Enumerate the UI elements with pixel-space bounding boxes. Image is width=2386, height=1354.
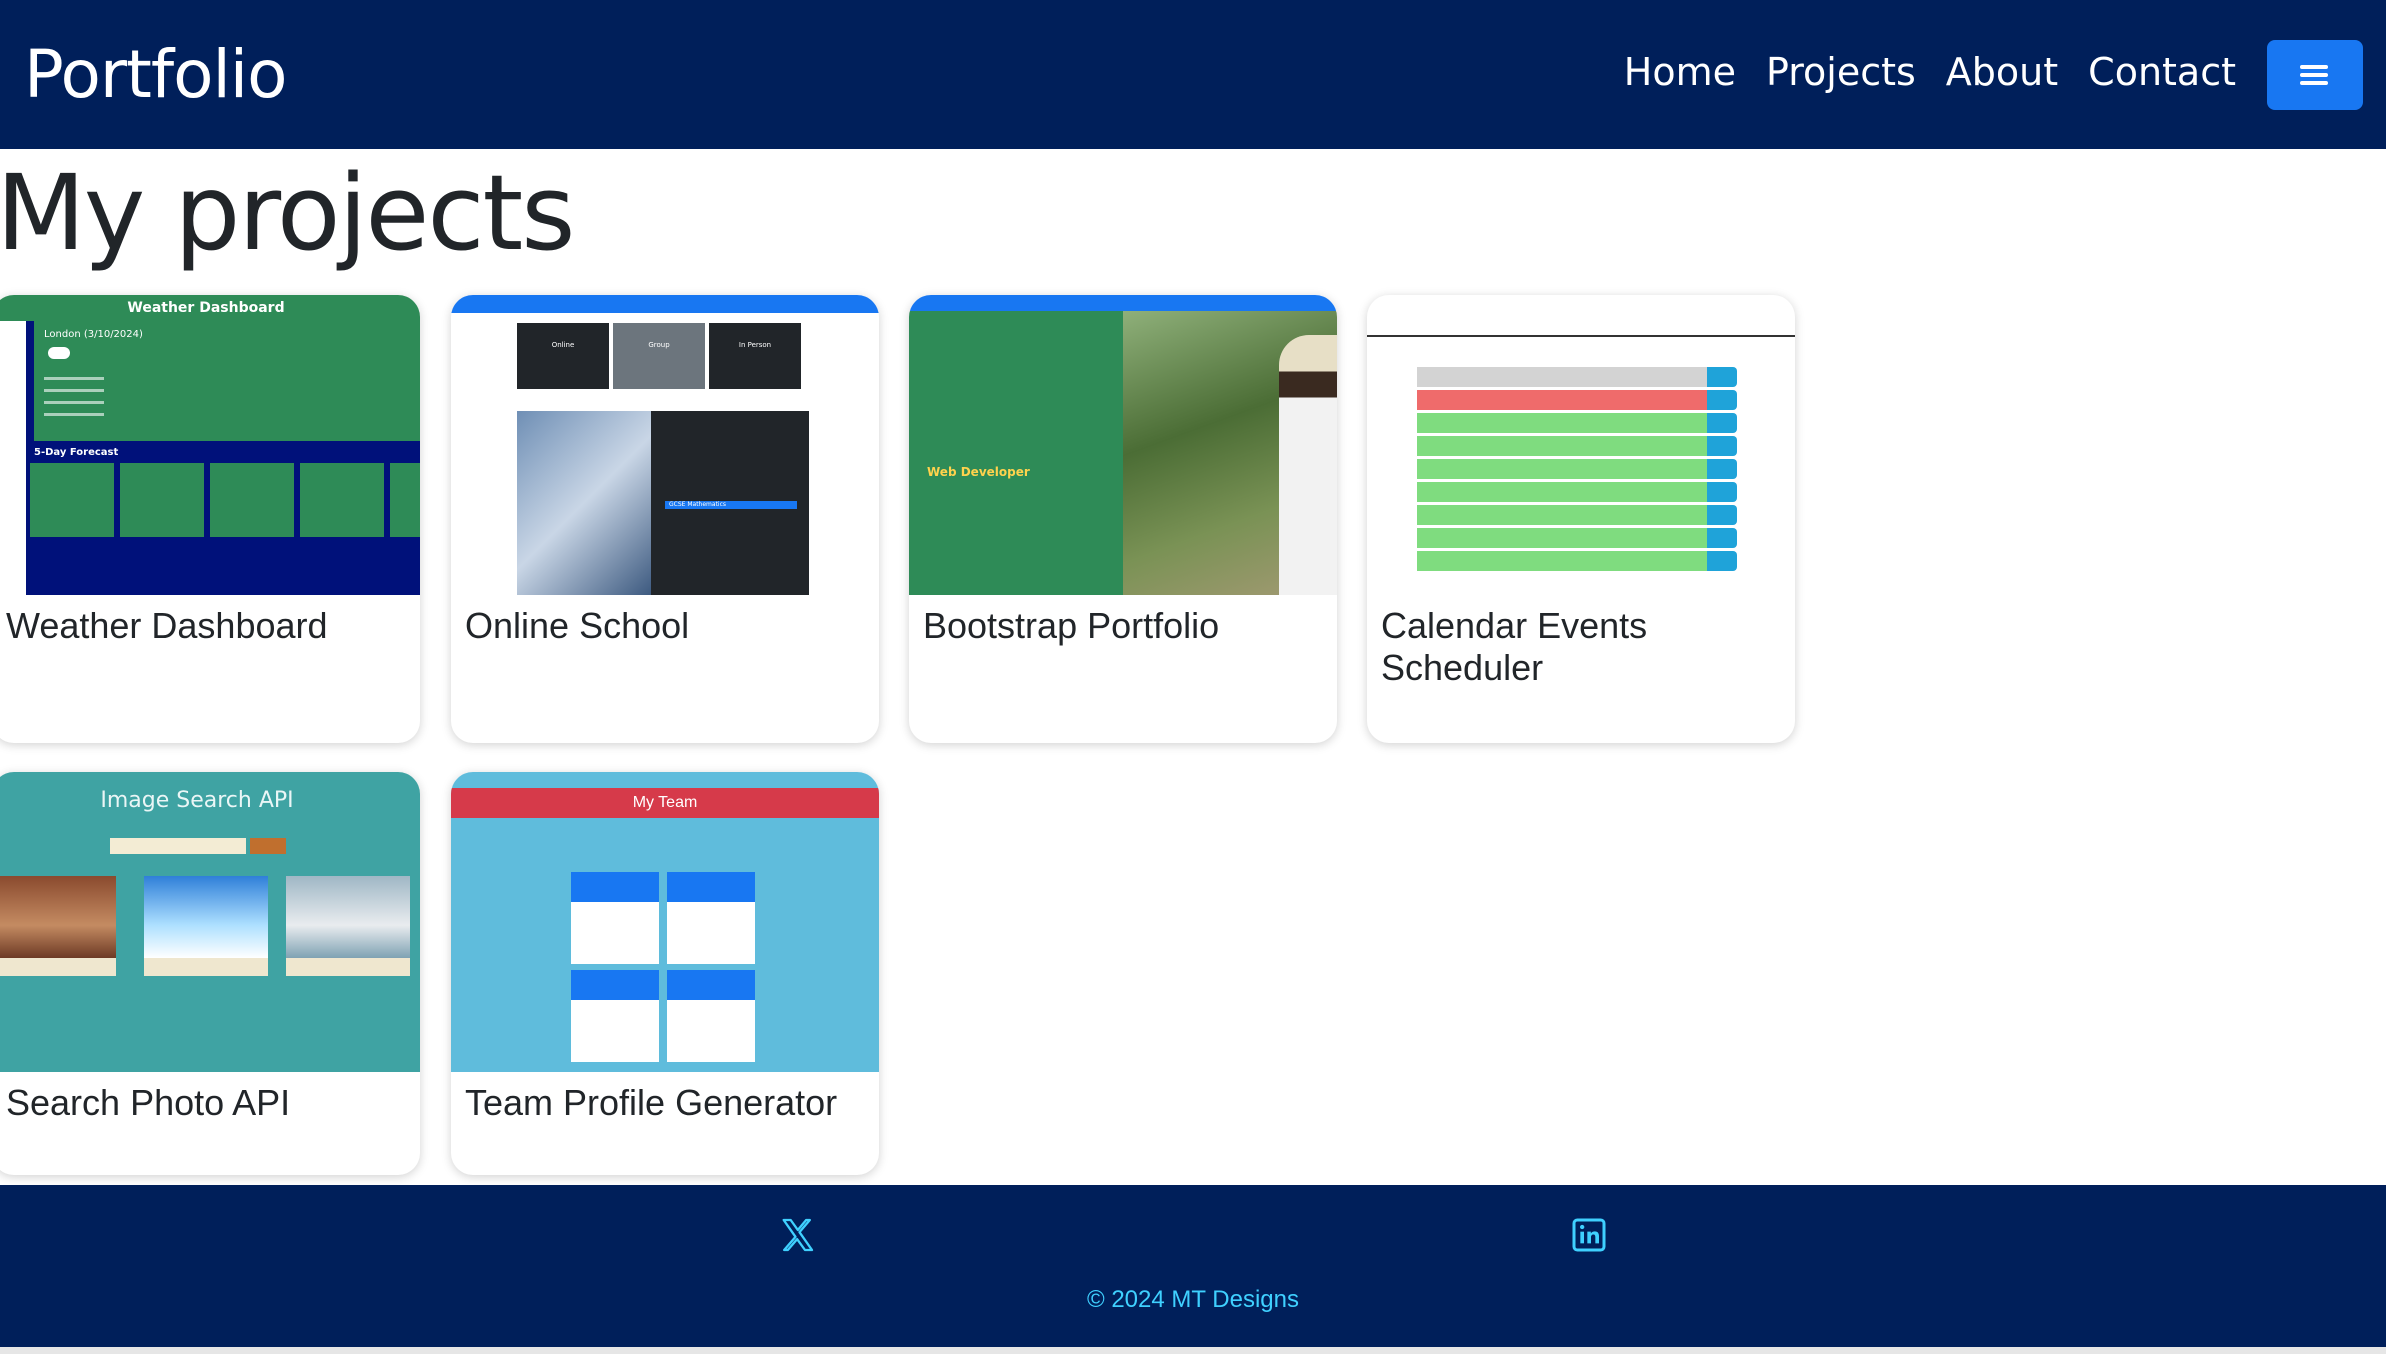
project-card-calendar-scheduler[interactable]: Calendar Events Scheduler xyxy=(1367,295,1795,743)
project-thumbnail xyxy=(1367,295,1795,595)
footer-copyright: © 2024 MT Designs xyxy=(1086,1286,1299,1313)
nav-link-contact[interactable]: Contact xyxy=(2088,50,2236,94)
footer xyxy=(0,1185,2386,1347)
hamburger-icon xyxy=(2300,65,2328,69)
project-thumbnail: Image Search API xyxy=(0,772,420,1072)
navbar: Portfolio Home Projects About Contact xyxy=(0,0,2386,149)
page-title: My projects xyxy=(0,152,575,274)
thumbnail-forecast-label: 5-Day Forecast xyxy=(34,447,119,458)
project-card-team-profile-generator[interactable]: My Team Team Profile Generator xyxy=(451,772,879,1175)
nav-link-about[interactable]: About xyxy=(1946,50,2058,94)
nav-links: Home Projects About Contact xyxy=(1624,50,2236,94)
thumbnail-header: Weather Dashboard xyxy=(0,295,420,321)
project-card-search-photo-api[interactable]: Image Search API Search Photo API xyxy=(0,772,420,1175)
brand-logo[interactable]: Portfolio xyxy=(24,36,288,113)
project-title: Team Profile Generator xyxy=(465,1082,838,1123)
project-title: Search Photo API xyxy=(6,1082,291,1123)
project-title: Bootstrap Portfolio xyxy=(923,605,1220,646)
cloud-icon xyxy=(48,347,70,359)
project-title: Weather Dashboard xyxy=(6,605,328,646)
nav-link-projects[interactable]: Projects xyxy=(1766,50,1916,94)
project-card-online-school[interactable]: Online Group In Person GCSE Mathematics … xyxy=(451,295,879,743)
project-card-weather-dashboard[interactable]: Weather Dashboard London (3/10/2024) 5-D… xyxy=(0,295,420,743)
project-title: Online School xyxy=(465,605,690,646)
project-thumbnail: Weather Dashboard London (3/10/2024) 5-D… xyxy=(0,295,420,595)
menu-toggle-button[interactable] xyxy=(2267,40,2363,110)
nav-link-home[interactable]: Home xyxy=(1624,50,1736,94)
thumbnail-city: London (3/10/2024) xyxy=(44,329,143,340)
linkedin-icon[interactable] xyxy=(1569,1215,1609,1255)
project-thumbnail: Online Group In Person GCSE Mathematics xyxy=(451,295,879,595)
project-thumbnail: My Team xyxy=(451,772,879,1072)
x-twitter-icon[interactable] xyxy=(777,1215,817,1255)
project-card-bootstrap-portfolio[interactable]: Web Developer Bootstrap Portfolio xyxy=(909,295,1337,743)
project-title: Calendar Events Scheduler xyxy=(1381,605,1648,688)
project-thumbnail: Web Developer xyxy=(909,295,1337,595)
